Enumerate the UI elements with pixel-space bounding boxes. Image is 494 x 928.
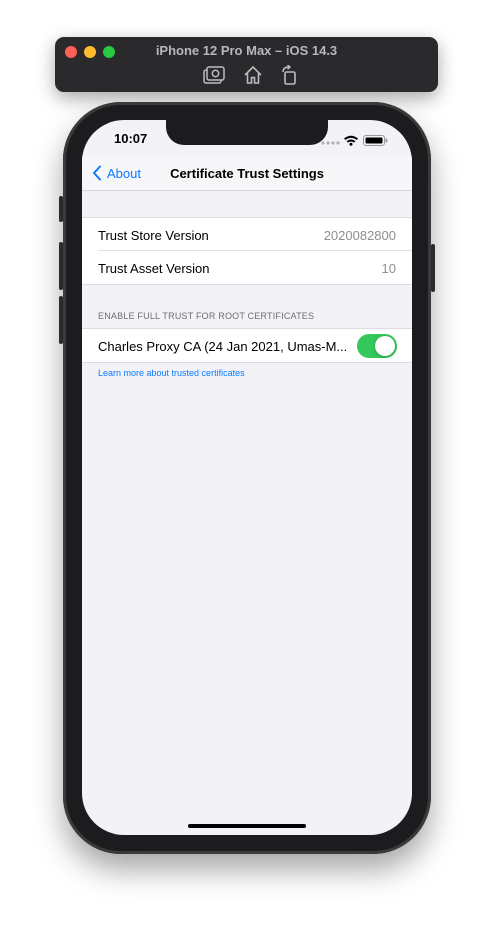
status-time: 10:07	[114, 131, 148, 146]
status-icons	[320, 133, 390, 146]
navigation-bar: About Certificate Trust Settings	[82, 156, 412, 191]
toggle-knob	[375, 336, 395, 356]
certificate-label: Charles Proxy CA (24 Jan 2021, Umas-M...	[98, 339, 348, 354]
volume-up-button	[59, 242, 63, 290]
simulator-stage: iPhone 12 Pro Max – iOS 14.3 10:07 About…	[0, 0, 494, 928]
cellular-icon	[321, 141, 340, 145]
trust-store-version-row: Trust Store Version 2020082800	[82, 218, 412, 251]
learn-more-link[interactable]: Learn more about trusted certificates	[98, 368, 245, 378]
wifi-icon	[344, 135, 358, 146]
trust-asset-version-row: Trust Asset Version 10	[82, 251, 412, 284]
simulator-toolbar	[203, 64, 303, 85]
volume-down-button	[59, 296, 63, 344]
certificate-trust-group: Charles Proxy CA (24 Jan 2021, Umas-M...	[82, 328, 412, 363]
simulator-title: iPhone 12 Pro Max – iOS 14.3	[155, 43, 338, 58]
page-title: Certificate Trust Settings	[170, 166, 324, 181]
certificate-trust-toggle[interactable]	[357, 334, 397, 358]
row-value: 2020082800	[323, 228, 396, 243]
row-label: Trust Store Version	[98, 228, 209, 243]
rotate-icon[interactable]	[279, 64, 301, 85]
home-indicator[interactable]	[188, 824, 306, 828]
screenshot-icon[interactable]	[203, 65, 225, 85]
device-screen: 10:07 About Certificate Trust Settings T…	[82, 120, 412, 835]
row-label: Trust Asset Version	[98, 261, 210, 276]
power-button	[431, 244, 435, 292]
row-value: 10	[381, 261, 396, 276]
notch	[166, 120, 328, 145]
certificate-row: Charles Proxy CA (24 Jan 2021, Umas-M...	[82, 329, 412, 362]
home-icon[interactable]	[242, 65, 264, 85]
silent-switch	[59, 196, 63, 222]
section-header: ENABLE FULL TRUST FOR ROOT CERTIFICATES	[98, 311, 315, 321]
battery-icon	[363, 135, 388, 146]
version-info-group: Trust Store Version 2020082800 Trust Ass…	[82, 217, 412, 285]
simulator-title-bar: iPhone 12 Pro Max – iOS 14.3	[55, 37, 438, 92]
